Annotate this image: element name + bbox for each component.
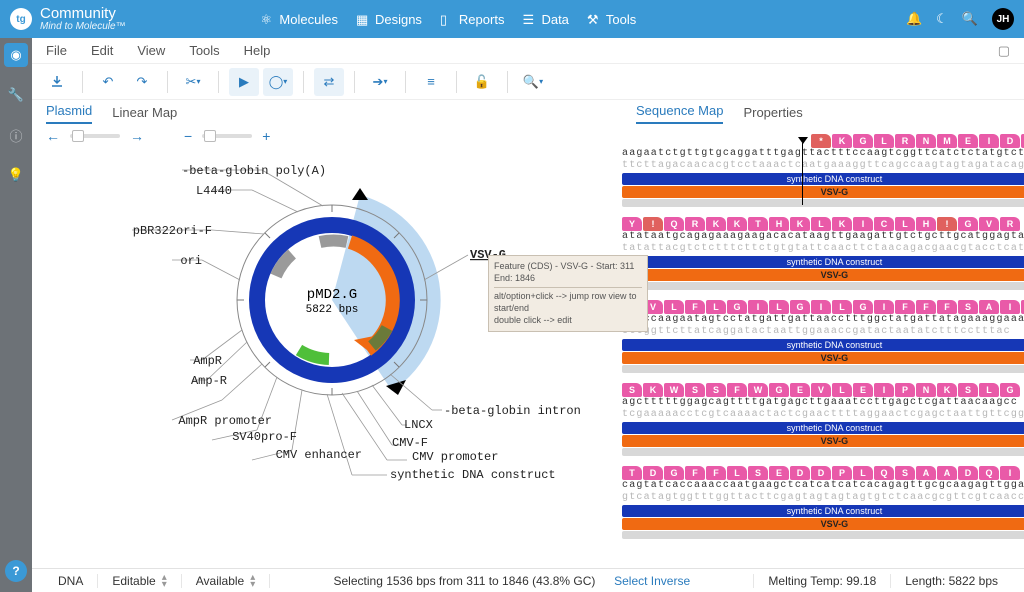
menu-file[interactable]: File: [46, 43, 67, 58]
grid-icon: ▦: [356, 12, 370, 26]
rail-help-icon[interactable]: ?: [5, 560, 27, 582]
label-beta-intron: -beta-globin intron: [444, 404, 581, 418]
status-length: Length: 5822 bps: [891, 574, 1012, 588]
menu-edit[interactable]: Edit: [91, 43, 113, 58]
download-button[interactable]: [42, 68, 72, 96]
label-pbr: pBR322ori-F: [133, 224, 212, 238]
arrow-button[interactable]: ➔▾: [365, 68, 395, 96]
align-button[interactable]: ≡: [416, 68, 446, 96]
sequence-block[interactable]: *KGLRNMEIDTaagaatctgttgtgcaggatttgagttac…: [622, 134, 1024, 207]
sequence-block[interactable]: TDGFFLSEDDPLQSAADQIcagtatcaccaaaccaatgaa…: [622, 466, 1024, 539]
nav-tools[interactable]: ⚒Tools: [587, 12, 636, 27]
nav-reports[interactable]: ▯Reports: [440, 12, 505, 27]
plasmid-title: pMD2.G: [307, 287, 357, 303]
editor-content: File Edit View Tools Help ▢ ↶ ↷ ✂▾ ▶ ◯▾ …: [32, 38, 1024, 568]
redo-button[interactable]: ↷: [127, 68, 157, 96]
feature-tooltip: Feature (CDS) - VSV-G - Start: 311 End: …: [488, 255, 648, 332]
unlock-button[interactable]: 🔓: [467, 68, 497, 96]
brand-subtitle: Mind to Molecule™: [40, 21, 126, 32]
avatar[interactable]: JH: [992, 8, 1014, 30]
status-melting: Melting Temp: 99.18: [754, 574, 891, 588]
label-synth: synthetic DNA construct: [390, 468, 556, 482]
top-bar: tg Community Mind to Molecule™ ⚛Molecule…: [0, 0, 1024, 38]
menu-tools[interactable]: Tools: [189, 43, 219, 58]
left-rail: ◉ 🔧 ⓘ 💡 ?: [0, 38, 32, 592]
rail-bulb-icon[interactable]: 💡: [4, 163, 28, 187]
nav-molecules[interactable]: ⚛Molecules: [260, 12, 338, 27]
moon-icon[interactable]: ☾: [936, 11, 948, 27]
cut-button[interactable]: ✂▾: [178, 68, 208, 96]
database-icon: ☰: [522, 12, 536, 26]
menu-help[interactable]: Help: [244, 43, 271, 58]
label-ampr: AmpR: [193, 354, 222, 368]
tooltip-line2: double click --> edit: [494, 315, 642, 327]
toolbar: ↶ ↷ ✂▾ ▶ ◯▾ ⇄ ➔▾ ≡ 🔓 🔍▾: [32, 64, 1024, 100]
label-l4440: L4440: [196, 184, 232, 198]
bell-icon[interactable]: 🔔: [906, 11, 922, 27]
select-inverse-link[interactable]: Select Inverse: [614, 574, 690, 588]
find-button[interactable]: 🔍▾: [518, 68, 548, 96]
sequence-block[interactable]: LVLFLGILGILGIFFFSAISgaaccaagaatagtcctatg…: [622, 300, 1024, 373]
search-icon[interactable]: 🔍: [962, 11, 978, 27]
plasmid-size: 5822 bps: [306, 304, 359, 316]
undo-button[interactable]: ↶: [93, 68, 123, 96]
tab-sequence-map[interactable]: Sequence Map: [636, 103, 723, 124]
label-ampr2: Amp-R: [191, 374, 227, 388]
rail-wrench-icon[interactable]: 🔧: [4, 83, 28, 107]
circular-button[interactable]: ◯▾: [263, 68, 293, 96]
label-cmv-enh: CMV enhancer: [276, 448, 362, 462]
label-beta-polya: -beta-globin poly(A): [182, 164, 326, 178]
logo-badge: tg: [10, 8, 32, 30]
status-type: DNA: [44, 574, 98, 588]
label-cmv-f: CMV-F: [392, 436, 428, 450]
panel-toggle-icon[interactable]: ▢: [998, 43, 1010, 59]
rail-globe-icon[interactable]: ◉: [4, 43, 28, 67]
tab-properties[interactable]: Properties: [743, 105, 802, 124]
nav-designs[interactable]: ▦Designs: [356, 12, 422, 27]
sequence-pane: Sequence Map Properties *KGLRNMEIDTaagaa…: [622, 100, 1024, 568]
nav-data[interactable]: ☰Data: [522, 12, 568, 27]
label-sv40: SV40pro-F: [232, 430, 297, 444]
tooltip-head: Feature (CDS) - VSV-G - Start: 311 End: …: [494, 261, 642, 288]
sequence-block[interactable]: SKWSSFWGEVLEIPNKSLGagctttttggagcagttttga…: [622, 383, 1024, 456]
molecule-icon: ⚛: [260, 12, 274, 26]
brand-title: Community: [40, 6, 126, 21]
label-lncx: LNCX: [404, 418, 433, 432]
tag-button[interactable]: ▶: [229, 68, 259, 96]
tooltip-line1: alt/option+click --> jump row view to st…: [494, 291, 642, 314]
status-available[interactable]: Available▴▾: [182, 574, 271, 588]
status-bar: DNA Editable▴▾ Available▴▾ Selecting 153…: [32, 568, 1024, 592]
label-cmv-prom: CMV promoter: [412, 450, 498, 464]
label-ampr-prom: AmpR promoter: [178, 414, 272, 428]
sequence-block[interactable]: Y!QRKKTHKLKICLH!GVRatataatgcagagaaagaaga…: [622, 217, 1024, 290]
document-icon: ▯: [440, 12, 454, 26]
swap-button[interactable]: ⇄: [314, 68, 344, 96]
rail-info-icon[interactable]: ⓘ: [4, 123, 28, 147]
status-editable[interactable]: Editable▴▾: [98, 574, 181, 588]
menu-view[interactable]: View: [137, 43, 165, 58]
plasmid-pane: Plasmid Linear Map ← → − +: [32, 100, 622, 568]
toolbox-icon: ⚒: [587, 12, 601, 26]
menubar: File Edit View Tools Help ▢: [32, 38, 1024, 64]
label-ori: ori: [180, 254, 202, 268]
status-selection: Selecting 1536 bps from 311 to 1846 (43.…: [270, 574, 754, 588]
